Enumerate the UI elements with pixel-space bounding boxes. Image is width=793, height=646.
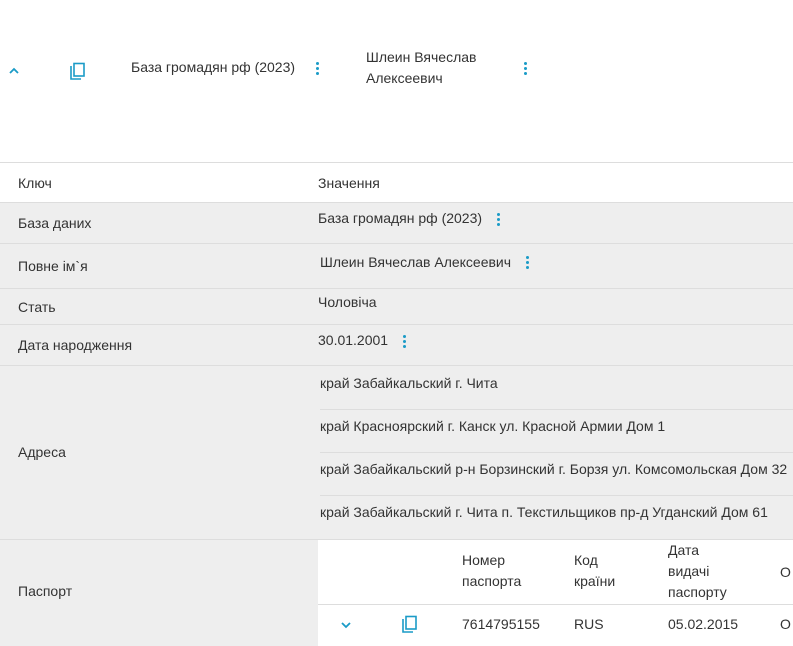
issue-date-header: Дата видачі паспорту (668, 542, 727, 600)
row-value: 30.01.2001 (318, 332, 389, 348)
birthdate-value-menu-icon[interactable] (402, 334, 406, 348)
address-item: край Красноярский г. Канск ул. Красной А… (320, 418, 666, 434)
chevron-down-icon[interactable] (339, 620, 353, 630)
issuer-partial: О (780, 616, 791, 632)
row-key: Стать (18, 299, 56, 315)
table-row-database: База даних База громадян рф (2023) (0, 202, 793, 244)
database-menu-icon[interactable] (315, 61, 319, 75)
column-header-value: Значення (318, 175, 380, 191)
address-item: край Забайкальский г. Чита п. Текстильщи… (320, 504, 768, 520)
table-row-passport: Паспорт Номер паспорта Код країни Дата в… (0, 539, 793, 646)
address-divider (320, 452, 793, 453)
row-key: Повне ім`я (18, 258, 88, 274)
table-row-gender: Стать Чоловіча (0, 288, 793, 325)
row-value: База громадян рф (2023) (318, 210, 483, 226)
issue-date: 05.02.2015 (668, 616, 739, 632)
row-key: Дата народження (18, 337, 133, 353)
row-key: База даних (18, 215, 92, 231)
address-divider (320, 409, 793, 410)
copy-icon[interactable] (69, 62, 87, 82)
table-header-row: Ключ Значення (0, 162, 793, 203)
address-divider (320, 495, 793, 496)
table-row-birthdate: Дата народження 30.01.2001 (0, 324, 793, 366)
header-person-name-line1: Шлеин Вячеслав (366, 49, 477, 65)
country-code: RUS (574, 616, 604, 632)
database-value-menu-icon[interactable] (496, 212, 500, 226)
person-menu-icon[interactable] (523, 61, 527, 75)
country-code-header: Код країни (574, 552, 616, 589)
row-value: Шлеин Вячеслав Алексеевич (320, 254, 512, 270)
row-value: Чоловіча (318, 294, 377, 310)
passport-subtable: Номер паспорта Код країни Дата видачі па… (318, 540, 793, 646)
issuer-header-partial: О (780, 564, 791, 580)
header-database-name: База громадян рф (2023) (131, 59, 296, 75)
table-row-fullname: Повне ім`я Шлеин Вячеслав Алексеевич (0, 243, 793, 289)
passport-subtable-divider (318, 604, 793, 605)
passport-number: 7614795155 (462, 616, 540, 632)
address-item: край Забайкальский р-н Борзинский г. Бор… (320, 461, 788, 477)
passport-number-header: Номер паспорта (462, 552, 522, 589)
header-person-name-line2: Алексеевич (366, 70, 443, 86)
chevron-up-icon[interactable] (7, 66, 21, 76)
row-key: Адреса (18, 444, 66, 460)
address-item: край Забайкальский г. Чита (320, 375, 498, 391)
table-row-address: Адреса край Забайкальский г. Чита край К… (0, 365, 793, 540)
fullname-value-menu-icon[interactable] (525, 255, 529, 269)
row-key: Паспорт (18, 583, 73, 599)
copy-icon[interactable] (401, 615, 419, 635)
column-header-key: Ключ (18, 175, 52, 191)
